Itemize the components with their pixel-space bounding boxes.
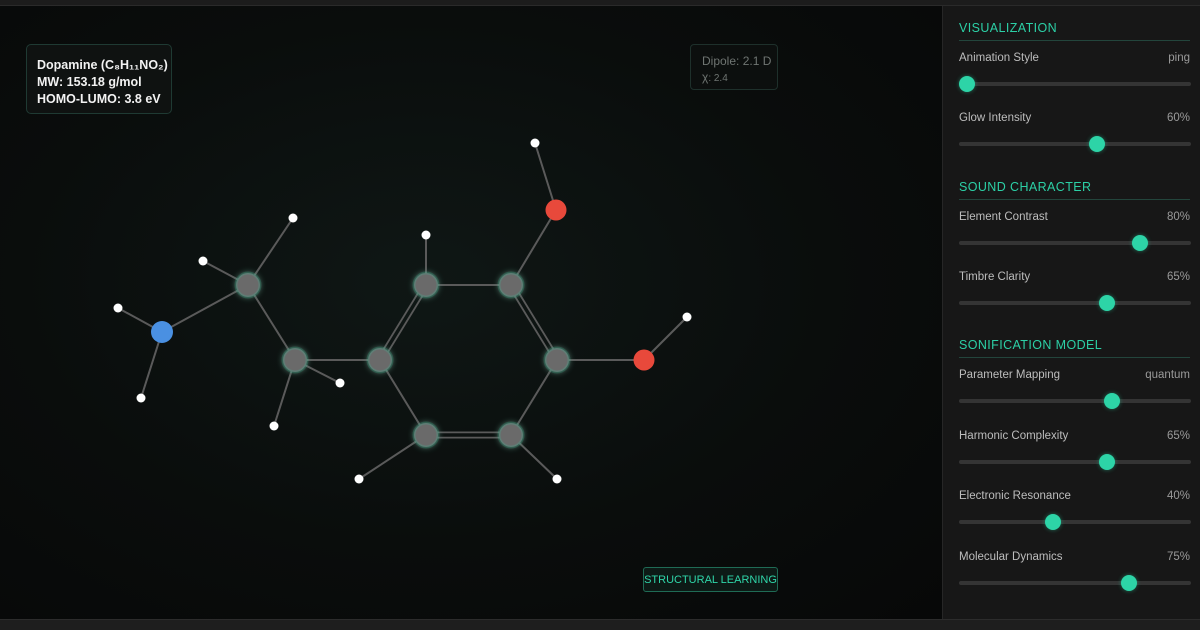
control-value-element-contrast: 80% xyxy=(1166,211,1190,223)
app-window: Dopamine (C₈H₁₁NO₂) MW: 153.18 g/mol HOM… xyxy=(0,0,1200,630)
slider-track[interactable] xyxy=(959,459,1191,464)
slider-track[interactable] xyxy=(959,82,1191,86)
control-value-animation-style: ping xyxy=(1168,52,1190,64)
carbon-atom[interactable] xyxy=(366,346,394,374)
control-label-animation-style: Animation Style xyxy=(959,52,1039,64)
section-header-sound-character: SOUND CHARACTER xyxy=(959,180,1190,200)
slider-glow-intensity[interactable] xyxy=(959,136,1191,152)
control-value-timbre-clarity: 65% xyxy=(1166,271,1190,283)
nitrogen-atom[interactable] xyxy=(151,321,173,343)
bottom-bar xyxy=(0,619,1200,630)
homo-lumo-gap: HOMO-LUMO: 3.8 eV xyxy=(37,92,161,106)
control-label-electronic-resonance: Electronic Resonance xyxy=(959,490,1071,502)
slider-harmonic-complexity[interactable] xyxy=(959,453,1191,470)
control-value-parameter-mapping: quantum xyxy=(1145,369,1190,381)
slider-molecular-dynamics[interactable] xyxy=(959,574,1191,591)
slider-thumb[interactable] xyxy=(1099,295,1116,311)
hydrogen-atom[interactable] xyxy=(198,256,208,266)
hydrogen-atom[interactable] xyxy=(552,474,562,484)
oxygen-atom[interactable] xyxy=(633,349,655,371)
slider-track[interactable] xyxy=(959,399,1191,403)
slider-thumb[interactable] xyxy=(959,76,975,92)
oxygen-atom[interactable] xyxy=(545,199,567,221)
control-value-glow-intensity: 60% xyxy=(1166,112,1190,124)
slider-thumb[interactable] xyxy=(1099,453,1116,470)
slider-timbre-clarity[interactable] xyxy=(959,295,1191,311)
slider-track[interactable] xyxy=(959,520,1191,524)
hydrogen-atom[interactable] xyxy=(288,213,298,223)
settings-sidebar: VISUALIZATION Animation Style ping Glow Int… xyxy=(942,6,1200,620)
carbon-atom[interactable] xyxy=(497,271,525,299)
molecule-name: Dopamine (C₈H₁₁NO₂) xyxy=(37,58,168,72)
chi-value: : 2.4 xyxy=(708,73,728,84)
slider-thumb[interactable] xyxy=(1088,136,1105,152)
molecule-info-panel: Dopamine (C₈H₁₁NO₂) MW: 153.18 g/mol HOM… xyxy=(26,44,172,114)
carbon-atom[interactable] xyxy=(281,346,309,374)
control-value-harmonic-complexity: 65% xyxy=(1166,429,1190,442)
carbon-atom[interactable] xyxy=(497,421,525,449)
control-label-element-contrast: Element Contrast xyxy=(959,211,1048,223)
hydrogen-atom[interactable] xyxy=(530,138,540,148)
molecular-weight: MW: 153.18 g/mol xyxy=(37,75,142,89)
carbon-atom[interactable] xyxy=(234,271,262,299)
carbon-atom[interactable] xyxy=(543,346,571,374)
slider-thumb[interactable] xyxy=(1131,235,1148,251)
molecule-canvas[interactable]: Dopamine (C₈H₁₁NO₂) MW: 153.18 g/mol HOM… xyxy=(0,6,942,620)
hydrogen-atom[interactable] xyxy=(421,230,431,240)
slider-animation-style[interactable] xyxy=(959,76,1191,92)
slider-element-contrast[interactable] xyxy=(959,235,1191,251)
molecule-stats-panel: Dipole: 2.1 D χ: 2.4 xyxy=(690,44,778,90)
control-value-molecular-dynamics: 75% xyxy=(1166,550,1190,563)
structural-learning-button[interactable]: STRUCTURAL LEARNING xyxy=(643,567,778,592)
single-bond xyxy=(161,284,249,333)
control-label-molecular-dynamics: Molecular Dynamics xyxy=(959,550,1063,563)
bond-line xyxy=(161,284,249,333)
hydrogen-atom[interactable] xyxy=(136,393,146,403)
hydrogen-atom[interactable] xyxy=(269,421,279,431)
dipole-readout: Dipole: 2.1 D xyxy=(702,54,772,68)
bond-line xyxy=(534,142,557,211)
slider-electronic-resonance[interactable] xyxy=(959,514,1191,530)
hydrogen-atom[interactable] xyxy=(354,474,364,484)
control-value-electronic-resonance: 40% xyxy=(1166,490,1190,502)
slider-track[interactable] xyxy=(959,580,1191,585)
control-label-glow-intensity: Glow Intensity xyxy=(959,112,1032,124)
slider-track[interactable] xyxy=(959,301,1191,305)
slider-track[interactable] xyxy=(959,241,1191,245)
carbon-atom[interactable] xyxy=(412,421,440,449)
slider-thumb[interactable] xyxy=(1103,393,1120,409)
single-bond xyxy=(534,142,557,211)
hydrogen-atom[interactable] xyxy=(682,312,692,322)
carbon-atom[interactable] xyxy=(412,271,440,299)
slider-parameter-mapping[interactable] xyxy=(959,393,1191,409)
slider-track[interactable] xyxy=(959,142,1191,146)
section-header-visualization: VISUALIZATION xyxy=(959,21,1190,41)
chi-readout: χ: 2.4 xyxy=(702,69,766,87)
section-header-sonification-model: SONIFICATION MODEL xyxy=(959,338,1190,358)
control-label-timbre-clarity: Timbre Clarity xyxy=(959,271,1031,283)
control-label-parameter-mapping: Parameter Mapping xyxy=(959,369,1060,381)
hydrogen-atom[interactable] xyxy=(113,303,123,313)
control-label-harmonic-complexity: Harmonic Complexity xyxy=(959,429,1069,442)
slider-thumb[interactable] xyxy=(1045,514,1062,530)
slider-thumb[interactable] xyxy=(1121,574,1137,591)
hydrogen-atom[interactable] xyxy=(335,378,345,388)
